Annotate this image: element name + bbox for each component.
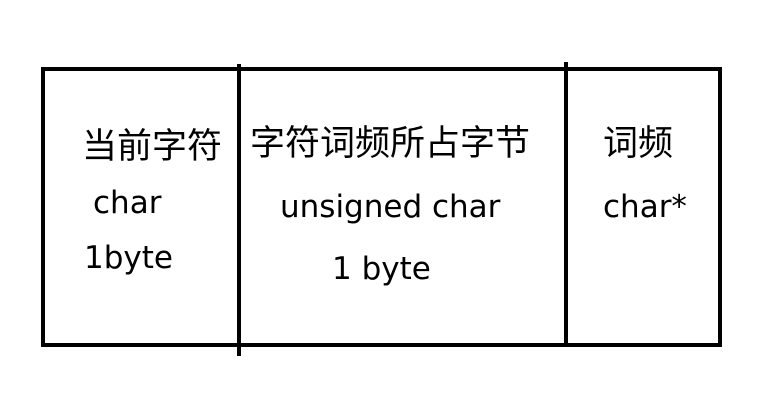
cell-1-size: 1byte bbox=[84, 240, 173, 276]
cell-divider-2 bbox=[564, 62, 568, 347]
cell-1-type: char bbox=[93, 185, 162, 221]
cell-2-size: 1 byte bbox=[332, 251, 431, 287]
cell-3-title: 词频 bbox=[603, 124, 674, 164]
cell-2-title: 字符词频所占字节 bbox=[250, 124, 531, 164]
cell-1-title: 当前字符 bbox=[82, 127, 223, 167]
cell-3-type: char* bbox=[603, 189, 687, 225]
cell-2-type: unsigned char bbox=[280, 189, 501, 225]
cell-divider-1 bbox=[237, 64, 241, 356]
memory-layout-diagram: 当前字符 char 1byte 字符词频所占字节 unsigned char 1… bbox=[0, 0, 779, 410]
